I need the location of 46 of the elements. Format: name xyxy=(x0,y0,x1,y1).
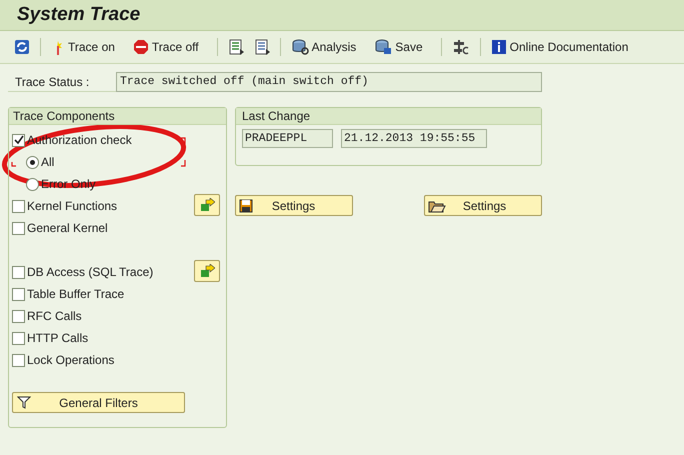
arrow-icon xyxy=(199,264,215,278)
refresh-icon xyxy=(14,39,30,55)
stop-icon xyxy=(132,39,149,55)
toolbar-button[interactable]: Trace on xyxy=(49,35,117,59)
checkbox-label: RFC Calls xyxy=(27,308,82,325)
database-icon xyxy=(290,39,309,55)
document-icon xyxy=(254,39,270,55)
filter-icon xyxy=(17,396,31,409)
checkbox[interactable] xyxy=(12,354,25,366)
settings-button[interactable]: Settings xyxy=(235,195,353,216)
checkbox[interactable] xyxy=(12,288,25,300)
checkbox-label: DB Access (SQL Trace) xyxy=(27,264,154,281)
toolbar-button[interactable]: Save xyxy=(372,35,425,59)
info-icon xyxy=(490,39,507,55)
database-icon xyxy=(374,39,392,55)
checkbox[interactable] xyxy=(12,134,25,146)
status-field: Trace switched off (main switch off) xyxy=(116,72,542,92)
window-title: System Trace xyxy=(17,2,140,27)
folder-icon xyxy=(428,198,446,212)
checkbox[interactable] xyxy=(12,310,25,322)
user-field: PRADEEPPL xyxy=(242,129,333,148)
radio-label: All xyxy=(41,154,54,171)
checkbox[interactable] xyxy=(12,266,25,278)
detail-button[interactable] xyxy=(194,194,220,216)
checkbox-label: HTTP Calls xyxy=(27,330,88,347)
group-title: Trace Components xyxy=(13,109,115,123)
group-title: Last Change xyxy=(242,109,310,123)
tools-icon xyxy=(452,39,470,55)
checkbox-label: Lock Operations xyxy=(27,352,114,369)
toolbar-button[interactable]: Analysis xyxy=(288,35,358,59)
checkbox[interactable] xyxy=(12,200,25,212)
arrow-icon xyxy=(199,198,215,212)
detail-button[interactable] xyxy=(194,260,220,282)
checkbox-label: Kernel Functions xyxy=(27,198,118,215)
checkbox[interactable] xyxy=(12,222,25,234)
filter-button[interactable]: General Filters xyxy=(12,392,185,413)
toolbar-button[interactable]: Trace off xyxy=(130,35,201,59)
radio-button[interactable] xyxy=(26,156,39,168)
checkbox-label: Table Buffer Trace xyxy=(27,286,124,303)
settings-button[interactable]: Settings xyxy=(424,195,542,216)
radio-button[interactable] xyxy=(26,178,39,190)
checkbox-label: General Kernel xyxy=(27,220,108,237)
timestamp-field: 21.12.2013 19:55:55 xyxy=(341,129,487,148)
document-icon xyxy=(228,39,244,55)
toolbar-button[interactable]: Online Documentation xyxy=(488,35,630,59)
checkbox[interactable] xyxy=(12,332,25,344)
